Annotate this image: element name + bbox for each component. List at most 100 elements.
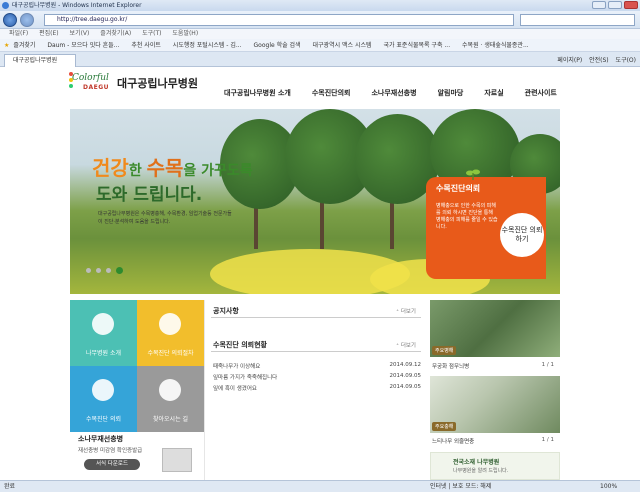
tab-bar: 대구공립나무병원 페이지(P) 안전(S) 도구(O) xyxy=(0,52,640,67)
menu-file[interactable]: 파일(F) xyxy=(9,30,28,37)
site-header: Colorful DAEGU 대구공립나무병원 대구공립나무병원 소개 수목진단… xyxy=(0,67,640,107)
slide-dot[interactable] xyxy=(86,268,91,273)
site-title[interactable]: 대구공립나무병원 xyxy=(117,75,198,91)
tree-icon xyxy=(92,313,114,335)
main-nav: 대구공립나무병원 소개 수목진단의뢰 소나무재선충병 알림마당 자료실 관련사이… xyxy=(224,88,578,98)
menu-favorites[interactable]: 즐겨찾기(A) xyxy=(100,30,131,37)
diagnosis-title: 수목진단의뢰 xyxy=(436,184,481,193)
list-item[interactable]: 잎에 흑이 생겼어요 2014.09.05 xyxy=(213,384,421,392)
form-download-button[interactable]: 서식 다운로드 xyxy=(84,459,140,470)
disease-photo[interactable]: 주요병해 xyxy=(430,300,560,357)
fav-link[interactable]: 추천 사이트 xyxy=(131,42,161,49)
menu-view[interactable]: 보기(V) xyxy=(70,30,90,37)
window-titlebar: 대구공립나무병원 - Windows Internet Explorer xyxy=(0,0,640,11)
favorites-bar: ★ 즐겨찾기 Daum - 모으다 잇다 흔들... 추천 사이트 시도행정 포… xyxy=(0,39,640,52)
fav-link[interactable]: Daum - 모으다 잇다 흔들... xyxy=(47,42,119,49)
divider xyxy=(211,317,421,318)
favorites-button[interactable]: 즐겨찾기 xyxy=(13,42,35,49)
diagnosis-panel: 수목진단의뢰 병해충으로 인한 수목의 피해를 의뢰 하시면 진단을 통해 병해… xyxy=(426,169,546,279)
gallery-tag: 주요병해 xyxy=(432,346,457,355)
drop-icon xyxy=(92,379,114,401)
tab-active[interactable]: 대구공립나무병원 xyxy=(4,54,76,67)
tile-request[interactable]: 수목진단 의뢰 xyxy=(70,366,137,432)
fav-link[interactable]: 대구광역시 맥스 시스템 xyxy=(313,42,372,49)
item-date: 2014.09.05 xyxy=(389,384,422,390)
gallery-pager: 1 / 1 xyxy=(541,362,554,368)
fav-link[interactable]: 국가 표준식물목록 구축 ... xyxy=(383,42,450,49)
headline-part: 수목 xyxy=(146,156,184,180)
list-item[interactable]: 잎마름 가지가 죽죽해집니다 2014.09.05 xyxy=(213,373,421,381)
item-title: 잎에 흑이 생겼어요 xyxy=(213,386,257,392)
back-button[interactable] xyxy=(3,13,17,27)
tree-hospital-banner[interactable]: 전국소재 나무병원 나무병원을 알려 드립니다. xyxy=(430,452,560,480)
minimize-button[interactable] xyxy=(592,1,606,9)
nav-archive[interactable]: 자료실 xyxy=(484,88,503,98)
tools-menu[interactable]: 도구(O) xyxy=(616,57,636,64)
gallery-caption[interactable]: 무궁화 점무늬병 xyxy=(432,362,469,370)
menu-bar: 파일(F) 편집(E) 보기(V) 즐겨찾기(A) 도구(T) 도움말(H) xyxy=(0,29,640,39)
fav-link[interactable]: Google 학술 검색 xyxy=(254,42,301,49)
safety-menu[interactable]: 안전(S) xyxy=(589,57,609,64)
nav-pine-wilt[interactable]: 소나무재선충병 xyxy=(371,88,416,98)
diagnosis-request-button[interactable]: 수목진단 의뢰하기 xyxy=(500,213,544,257)
clipboard-icon xyxy=(159,313,181,335)
divider xyxy=(211,351,421,352)
fav-link[interactable]: 수목원 · 생태숲식물종관... xyxy=(462,42,529,49)
more-label: 더보기 xyxy=(400,343,416,349)
maximize-button[interactable] xyxy=(608,1,622,9)
car-icon xyxy=(159,379,181,401)
tile-about[interactable]: 나무병원 소개 xyxy=(70,300,137,366)
headline-part: 건강 xyxy=(92,156,129,180)
notice-more-link[interactable]: ⁺ 더보기 xyxy=(396,307,416,315)
pest-photo[interactable]: 주요충해 xyxy=(430,376,560,433)
web-page: Colorful DAEGU 대구공립나무병원 대구공립나무병원 소개 수목진단… xyxy=(0,67,640,480)
nav-about[interactable]: 대구공립나무병원 소개 xyxy=(224,88,291,98)
hero-headline: 건강한 수목을 가꾸도록 xyxy=(92,152,253,181)
menu-help[interactable]: 도움말(H) xyxy=(172,30,198,37)
slide-indicator xyxy=(86,267,123,274)
tile-procedure[interactable]: 수목진단 의뢰절차 xyxy=(137,300,204,366)
slide-dot[interactable] xyxy=(96,268,101,273)
tile-label: 수목진단 의뢰절차 xyxy=(147,350,194,357)
notice-title: 공지사항 xyxy=(213,307,239,315)
logo-colorful[interactable]: Colorful xyxy=(72,73,109,83)
zoom-level[interactable]: 100% xyxy=(600,481,617,492)
hero-headline-line2: 도와 드립니다. xyxy=(96,185,203,205)
tile-directions[interactable]: 찾아오시는 길 xyxy=(137,366,204,432)
pine-wilt-subtitle: 재선충병 미감염 확인증발급 xyxy=(78,448,143,454)
headline-part: 한 xyxy=(128,163,147,179)
menu-edit[interactable]: 편집(E) xyxy=(39,30,59,37)
page-menu[interactable]: 페이지(P) xyxy=(557,57,582,64)
request-status-title: 수목진단 의뢰현황 xyxy=(213,341,267,349)
gallery-caption[interactable]: 느티나무 외줄면충 xyxy=(432,437,474,445)
fav-link[interactable]: 시도행정 포털시스템 - 김... xyxy=(173,42,242,49)
search-input[interactable] xyxy=(520,14,635,26)
status-bar: 완료 인터넷 | 보호 모드: 해제 100% xyxy=(0,480,640,492)
security-zone[interactable]: 인터넷 | 보호 모드: 해제 xyxy=(430,481,491,492)
logo-daegu[interactable]: DAEGU xyxy=(83,84,109,91)
request-more-link[interactable]: ⁺ 더보기 xyxy=(396,341,416,349)
slide-dot[interactable] xyxy=(106,268,111,273)
item-title: 잎마름 가지가 죽죽해집니다 xyxy=(213,375,278,381)
nav-related[interactable]: 관련사이트 xyxy=(525,88,557,98)
slide-dot-active[interactable] xyxy=(116,267,123,274)
tile-label: 나무병원 소개 xyxy=(85,350,122,357)
close-button[interactable] xyxy=(624,1,638,9)
menu-tools[interactable]: 도구(T) xyxy=(142,30,161,37)
nav-notice[interactable]: 알림마당 xyxy=(438,88,464,98)
ie-icon xyxy=(2,2,9,9)
forward-button[interactable] xyxy=(20,13,34,27)
window-title: 대구공립나무병원 - Windows Internet Explorer xyxy=(12,2,142,9)
nav-diagnosis[interactable]: 수목진단의뢰 xyxy=(312,88,351,98)
address-input[interactable]: http://tree.daegu.go.kr/ xyxy=(44,14,514,26)
hero-banner: 건강한 수목을 가꾸도록 도와 드립니다. 대구공립나무병원은 수목병충해, 수… xyxy=(70,109,560,294)
pine-wilt-title: 소나무재선충병 xyxy=(78,435,124,443)
gallery-column: 주요병해 무궁화 점무늬병 1 / 1 주요충해 느티나무 외줄면충 1 / 1… xyxy=(430,300,560,480)
tile-label: 찾아오시는 길 xyxy=(152,416,189,423)
command-bar: 페이지(P) 안전(S) 도구(O) xyxy=(552,55,636,64)
hero-description: 대구공립나무병원은 수목병충해, 수목환경, 임업기술등 전문가들이 진단·분석… xyxy=(98,211,232,225)
headline-part: 을 가꾸도록 xyxy=(183,163,253,179)
list-item[interactable]: 때죽나무가 이상해요 2014.09.12 xyxy=(213,362,421,370)
banner-title: 전국소재 나무병원 xyxy=(453,459,500,466)
favorites-star-icon: ★ xyxy=(4,42,10,49)
